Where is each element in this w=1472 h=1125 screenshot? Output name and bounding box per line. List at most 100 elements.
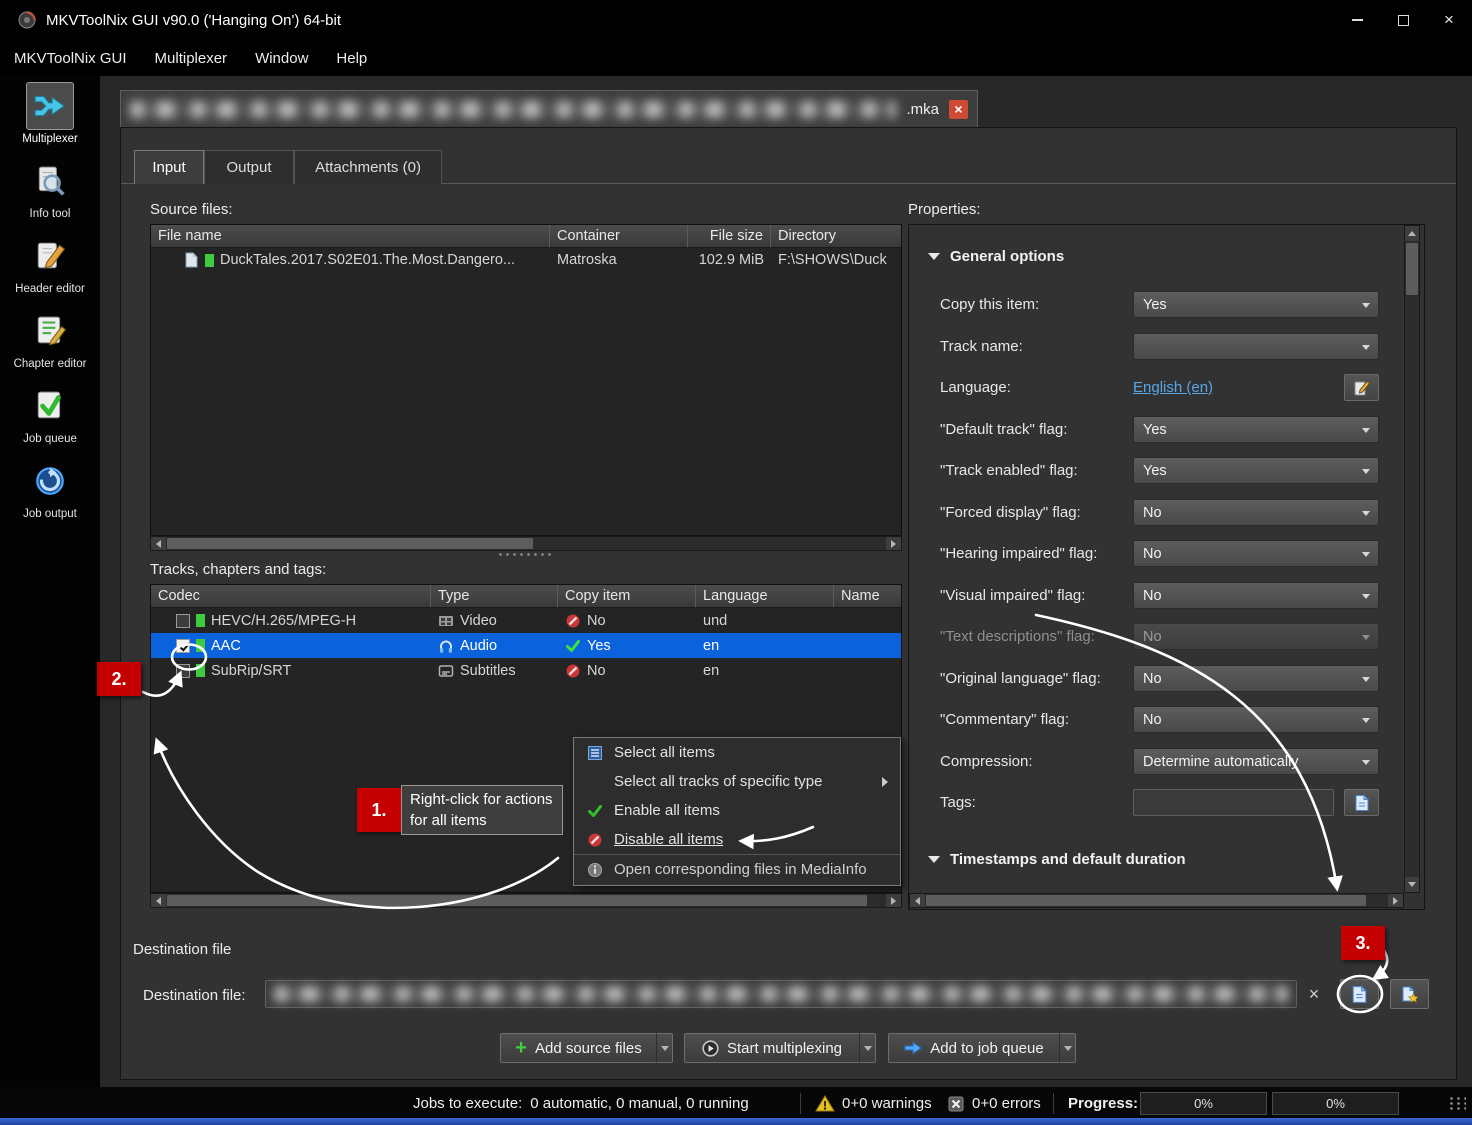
- source-file-row[interactable]: DuckTales.2017.S02E01.The.Most.Dangero..…: [151, 248, 901, 272]
- menu-item-select-all-tracks-of-type[interactable]: Select all tracks of specific type: [574, 767, 900, 796]
- group-general-options[interactable]: General options: [928, 248, 1064, 265]
- scrollbar-thumb[interactable]: [926, 895, 1366, 906]
- track-row-video[interactable]: HEVC/H.265/MPEG-H Video No und: [151, 608, 901, 633]
- track-checkbox[interactable]: [176, 614, 190, 628]
- sidebar-item-job-output[interactable]: Job output: [0, 451, 100, 526]
- add-to-job-queue-dropdown[interactable]: [1059, 1033, 1076, 1063]
- sidebar-item-job-queue[interactable]: Job queue: [0, 376, 100, 451]
- scrollbar-track[interactable]: [1405, 241, 1419, 877]
- original-language-flag-dropdown[interactable]: No: [1133, 665, 1379, 692]
- document-tab[interactable]: .mka ×: [120, 90, 978, 127]
- menu-item-disable-all-items[interactable]: Disable all items: [574, 825, 900, 854]
- context-menu: Select all items Select all tracks of sp…: [573, 737, 901, 886]
- scroll-up-button[interactable]: [1405, 226, 1419, 241]
- menu-item-open-in-mediainfo[interactable]: Open corresponding files in MediaInfo: [574, 854, 900, 884]
- compression-dropdown[interactable]: Determine automatically: [1133, 748, 1379, 775]
- clear-destination-button[interactable]: ×: [1302, 982, 1326, 1006]
- column-container[interactable]: Container: [550, 225, 688, 247]
- scrollbar-thumb[interactable]: [167, 895, 867, 906]
- file-size-cell: 102.9 MiB: [699, 252, 764, 268]
- column-type[interactable]: Type: [431, 585, 558, 607]
- track-row-subtitles[interactable]: SubRip/SRT Subtitles No en: [151, 658, 901, 683]
- column-language[interactable]: Language: [696, 585, 834, 607]
- scrollbar-track[interactable]: [166, 537, 886, 550]
- scroll-left-button[interactable]: [151, 894, 166, 907]
- edit-language-button[interactable]: [1344, 374, 1379, 401]
- chevron-down-icon: [1362, 428, 1370, 433]
- scroll-right-button[interactable]: [1388, 894, 1403, 907]
- column-name[interactable]: Name: [834, 585, 901, 607]
- column-file-size[interactable]: File size: [688, 225, 771, 247]
- scroll-right-button[interactable]: [886, 894, 901, 907]
- browse-tags-button[interactable]: [1344, 789, 1379, 816]
- source-files-hscrollbar[interactable]: [150, 536, 902, 551]
- scrollbar-track[interactable]: [166, 894, 886, 907]
- column-directory[interactable]: Directory: [771, 225, 901, 247]
- splitter-handle[interactable]: [497, 552, 555, 558]
- type-cell: Video: [460, 613, 497, 629]
- menu-window[interactable]: Window: [241, 40, 322, 76]
- destination-field-label: Destination file:: [143, 987, 246, 1004]
- sidebar-item-header-editor[interactable]: Header editor: [0, 226, 100, 301]
- browse-destination-button[interactable]: [1340, 979, 1379, 1009]
- sidebar-item-info-tool[interactable]: Info tool: [0, 151, 100, 226]
- start-multiplexing-button[interactable]: Start multiplexing: [684, 1033, 860, 1063]
- favorite-destination-button[interactable]: [1390, 979, 1429, 1009]
- destination-section-label: Destination file: [133, 941, 231, 958]
- menu-help[interactable]: Help: [322, 40, 381, 76]
- scroll-left-button[interactable]: [151, 537, 166, 550]
- properties-label: Properties:: [908, 201, 981, 218]
- scroll-right-button[interactable]: [886, 537, 901, 550]
- column-copy-item[interactable]: Copy item: [558, 585, 696, 607]
- copy-this-item-dropdown[interactable]: Yes: [1133, 291, 1379, 318]
- scroll-left-button[interactable]: [910, 894, 925, 907]
- track-row-audio[interactable]: AAC Audio Yes en: [151, 633, 901, 658]
- menu-mkvtoolnix-gui[interactable]: MKVToolNix GUI: [0, 40, 141, 76]
- app-icon: [18, 11, 36, 29]
- tracks-hscrollbar[interactable]: [150, 893, 902, 908]
- scrollbar-thumb[interactable]: [167, 538, 533, 549]
- default-track-flag-dropdown[interactable]: Yes: [1133, 416, 1379, 443]
- codec-cell: AAC: [211, 638, 241, 654]
- step-3-badge: 3.: [1341, 926, 1385, 960]
- hearing-impaired-flag-dropdown[interactable]: No: [1133, 540, 1379, 567]
- track-checkbox[interactable]: [176, 639, 190, 653]
- scroll-down-button[interactable]: [1405, 877, 1419, 892]
- sidebar-item-multiplexer[interactable]: Multiplexer: [0, 76, 100, 151]
- track-enabled-flag-dropdown[interactable]: Yes: [1133, 457, 1379, 484]
- forced-display-flag-label: "Forced display" flag:: [940, 504, 1133, 521]
- track-name-label: Track name:: [940, 338, 1133, 355]
- scrollbar-thumb[interactable]: [1406, 243, 1418, 295]
- minimize-button[interactable]: [1334, 0, 1380, 40]
- add-source-files-button[interactable]: + Add source files: [500, 1033, 657, 1063]
- maximize-button[interactable]: [1380, 0, 1426, 40]
- add-to-job-queue-button[interactable]: Add to job queue: [888, 1033, 1060, 1063]
- resize-grip[interactable]: [1448, 1096, 1466, 1112]
- scrollbar-track[interactable]: [925, 894, 1388, 907]
- sidebar-item-chapter-editor[interactable]: Chapter editor: [0, 301, 100, 376]
- tab-close-button[interactable]: ×: [949, 100, 968, 119]
- tab-attachments[interactable]: Attachments (0): [294, 150, 442, 184]
- menu-multiplexer[interactable]: Multiplexer: [141, 40, 242, 76]
- close-button[interactable]: ×: [1426, 0, 1472, 40]
- group-timestamps[interactable]: Timestamps and default duration: [928, 851, 1186, 868]
- destination-file-input[interactable]: [265, 980, 1297, 1008]
- track-checkbox[interactable]: [176, 664, 190, 678]
- column-file-name[interactable]: File name: [151, 225, 550, 247]
- tags-input[interactable]: [1133, 789, 1334, 816]
- track-name-combo[interactable]: [1133, 333, 1379, 360]
- container-cell: Matroska: [557, 252, 617, 268]
- commentary-flag-dropdown[interactable]: No: [1133, 706, 1379, 733]
- language-link[interactable]: English (en): [1133, 374, 1213, 401]
- properties-vscrollbar[interactable]: [1404, 225, 1420, 893]
- column-codec[interactable]: Codec: [151, 585, 431, 607]
- forced-display-flag-dropdown[interactable]: No: [1133, 499, 1379, 526]
- visual-impaired-flag-dropdown[interactable]: No: [1133, 582, 1379, 609]
- add-source-files-dropdown[interactable]: [656, 1033, 673, 1063]
- properties-hscrollbar[interactable]: [909, 893, 1404, 908]
- menu-item-select-all-items[interactable]: Select all items: [574, 738, 900, 767]
- menu-item-enable-all-items[interactable]: Enable all items: [574, 796, 900, 825]
- tab-output[interactable]: Output: [204, 150, 294, 184]
- tab-input[interactable]: Input: [134, 150, 204, 184]
- start-multiplexing-dropdown[interactable]: [859, 1033, 876, 1063]
